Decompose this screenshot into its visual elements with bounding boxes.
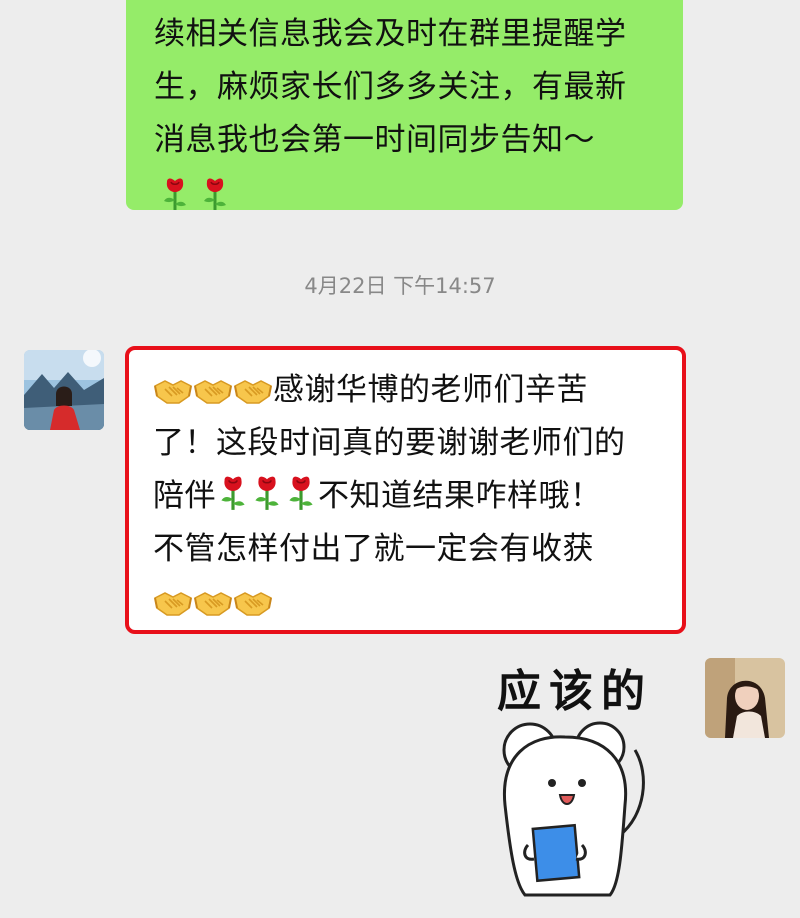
handshake-icon (193, 376, 233, 406)
sticker-message[interactable]: 应该的 (470, 655, 680, 905)
rose-icon (216, 474, 250, 512)
message-line: 不管怎样付出了就一定会有收获 (153, 531, 594, 567)
rose-icon (250, 474, 284, 512)
avatar-image (705, 658, 785, 738)
chat-timestamp: 4月22日 下午14:57 (304, 274, 496, 298)
message-line: 了！这段时间真的要谢谢老师们的 (153, 425, 626, 461)
rose-icon (160, 175, 190, 213)
emoji-row (154, 167, 659, 220)
handshake-icon (193, 588, 233, 618)
rose-icon (200, 175, 230, 213)
handshake-icon (153, 588, 193, 618)
mouse-sticker-image (502, 721, 645, 897)
message-line: 消息我也会第一时间同步告知～ (154, 122, 595, 158)
message-text: 陪伴 (153, 478, 216, 514)
message-line: 生，麻烦家长们多多关注，有最新 (154, 69, 627, 105)
message-text: 感谢华博的老师们辛苦 (273, 372, 588, 408)
message-line: 续相关信息我会及时在群里提醒学 (154, 16, 627, 52)
my-avatar[interactable] (705, 658, 785, 738)
message-line: 陪伴 不知道结果咋样哦！ (153, 470, 662, 523)
avatar-image (24, 350, 104, 430)
handshake-icon (153, 376, 193, 406)
sender-avatar[interactable] (24, 350, 104, 430)
rose-icon (284, 474, 318, 512)
outgoing-message-bubble[interactable]: 续相关信息我会及时在群里提醒学 生，麻烦家长们多多关注，有最新 消息我也会第一时… (126, 0, 683, 210)
message-line: 感谢华博的老师们辛苦 (153, 364, 662, 417)
handshake-icon (233, 588, 273, 618)
message-line (153, 576, 662, 629)
handshake-icon (233, 376, 273, 406)
message-text: 不知道结果咋样哦！ (318, 478, 602, 514)
incoming-message-bubble[interactable]: 感谢华博的老师们辛苦 了！这段时间真的要谢谢老师们的 陪伴 不知道结果咋样哦！ 不… (125, 346, 686, 634)
